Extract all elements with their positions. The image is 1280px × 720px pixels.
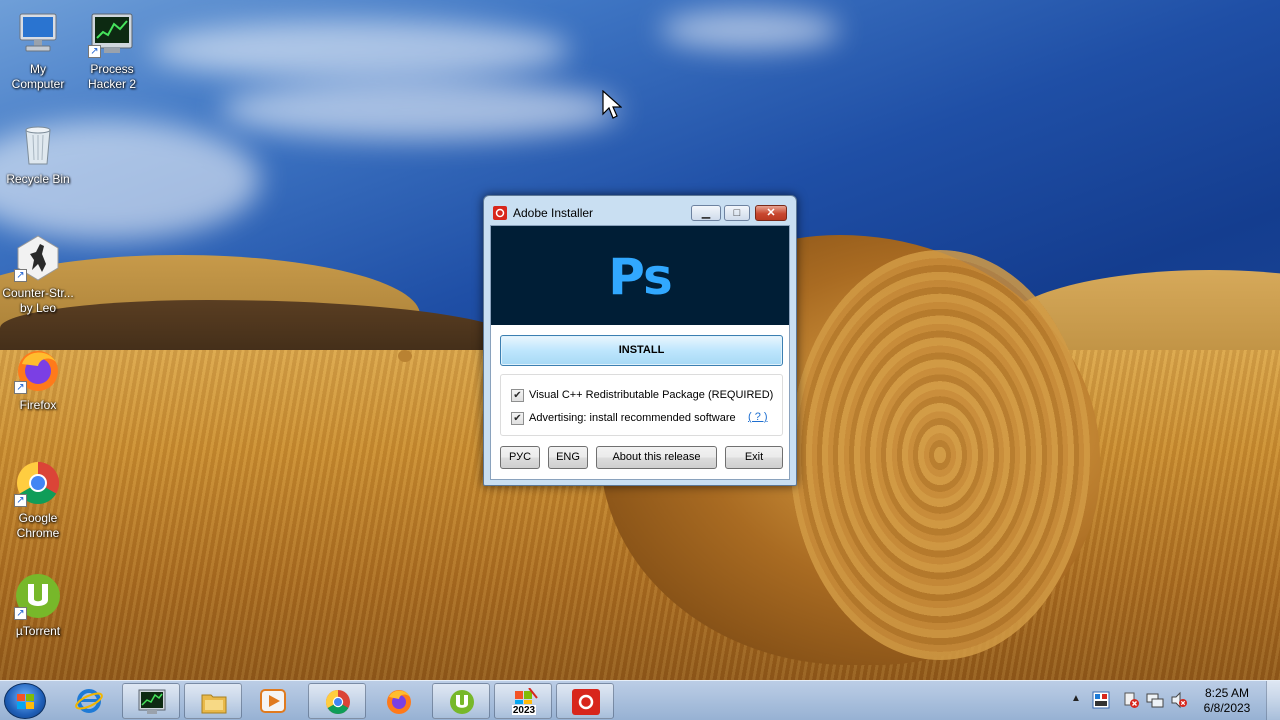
minimize-icon: ▁ — [701, 207, 711, 219]
calendar-tray-icon[interactable] — [1092, 691, 1110, 709]
utorrent-icon: ↗ — [14, 572, 62, 620]
clock-time: 8:25 AM — [1204, 686, 1250, 700]
about-release-button[interactable]: About this release — [596, 446, 717, 469]
taskbar-process-hacker[interactable] — [122, 683, 180, 719]
counter-strike-icon: ↗ — [14, 234, 62, 282]
computer-icon — [14, 10, 62, 58]
photoshop-banner: Ps — [491, 226, 789, 325]
installer-year-badge: 2023 — [512, 705, 536, 716]
taskbar-firefox[interactable] — [370, 683, 428, 719]
adobe-app-icon — [493, 206, 507, 220]
firefox-icon: ↗ — [14, 346, 62, 394]
vcredist-checkbox[interactable]: ✔ — [511, 388, 524, 402]
clock-date: 6/8/2023 — [1203, 701, 1251, 715]
action-center-warning-icon[interactable] — [1122, 691, 1140, 709]
option-advertising[interactable]: ✔ Advertising: install recommended softw… — [511, 410, 736, 426]
shortcut-arrow-icon: ↗ — [14, 494, 27, 507]
desktop-icon-label: Process — [90, 62, 134, 76]
taskbar-installer-2023[interactable]: 2023 — [494, 683, 552, 719]
wallpaper-cloud — [150, 20, 570, 80]
taskbar-chrome[interactable] — [308, 683, 366, 719]
show-desktop-button[interactable] — [1266, 681, 1280, 720]
desktop-icon-label: Google — [18, 511, 58, 525]
shortcut-arrow-icon: ↗ — [14, 607, 27, 620]
desktop-icon-label: Computer — [11, 77, 65, 91]
photoshop-logo: Ps — [608, 248, 673, 306]
advertising-help-link[interactable]: ( ? ) — [748, 411, 768, 423]
mouse-cursor-icon — [602, 90, 622, 119]
shortcut-arrow-icon: ↗ — [88, 45, 101, 58]
adobe-creative-cloud-icon — [572, 689, 600, 715]
taskbar-utorrent[interactable] — [432, 683, 490, 719]
installer-client-area: Ps INSTALL ✔ Visual C++ Redistributable … — [490, 225, 790, 480]
taskbar-internet-explorer[interactable] — [60, 683, 118, 719]
process-hacker-icon: ↗ — [88, 10, 136, 58]
wallpaper-cloud — [660, 10, 840, 50]
taskbar-adobe-installer[interactable] — [556, 683, 614, 719]
desktop-icon-label: Chrome — [16, 526, 60, 540]
english-language-button[interactable]: ENG — [548, 446, 588, 469]
install-button[interactable]: INSTALL — [500, 335, 783, 366]
maximize-button[interactable]: □ — [724, 205, 750, 221]
show-hidden-icons-button[interactable]: ▲ — [1071, 693, 1081, 704]
desktop-icon-label: Recycle Bin — [6, 172, 70, 186]
window-title: Adobe Installer — [513, 206, 594, 220]
taskbar-file-explorer[interactable] — [184, 683, 242, 719]
wallpaper-distant-bale — [398, 350, 412, 362]
desktop-icon-label: Firefox — [19, 398, 57, 412]
vcredist-label: Visual C++ Redistributable Package (REQU… — [529, 389, 774, 401]
desktop-icon-label: µTorrent — [15, 624, 61, 638]
taskbar: 2023 ▲ 8:25 AM 6/8/2023 — [0, 680, 1280, 720]
chrome-icon: ↗ — [14, 459, 62, 507]
desktop-icon-process-hacker[interactable]: ↗ Process Hacker 2 — [74, 10, 150, 92]
advertising-label: Advertising: install recommended softwar… — [529, 412, 736, 424]
internet-explorer-icon — [75, 689, 103, 713]
file-explorer-icon — [201, 694, 227, 714]
utorrent-icon — [450, 690, 474, 714]
recycle-bin-icon — [14, 120, 62, 168]
desktop-icon-counter-strike[interactable]: ↗ Counter-Str... by Leo — [0, 234, 76, 316]
desktop-icon-label: Counter-Str... — [2, 286, 74, 300]
wallpaper-hay-bale-face — [790, 250, 1090, 660]
wallpaper-cloud — [220, 80, 620, 140]
desktop-icon-label: Hacker 2 — [87, 77, 137, 91]
volume-muted-icon[interactable] — [1170, 691, 1188, 709]
desktop-icon-my-computer[interactable]: My Computer — [0, 10, 76, 92]
media-player-icon — [260, 689, 286, 713]
exit-button[interactable]: Exit — [725, 446, 783, 469]
system-clock[interactable]: 8:25 AM 6/8/2023 — [1196, 686, 1258, 716]
maximize-icon: □ — [733, 207, 741, 219]
option-vcredist[interactable]: ✔ Visual C++ Redistributable Package (RE… — [511, 387, 773, 403]
close-icon: ✕ — [766, 207, 776, 219]
taskbar-media-player[interactable] — [244, 683, 302, 719]
advertising-checkbox[interactable]: ✔ — [511, 411, 524, 425]
desktop-icon-firefox[interactable]: ↗ Firefox — [0, 346, 76, 413]
shortcut-arrow-icon: ↗ — [14, 381, 27, 394]
desktop-icon-google-chrome[interactable]: ↗ Google Chrome — [0, 459, 76, 541]
start-button[interactable] — [4, 683, 46, 719]
desktop-icon-label: by Leo — [19, 301, 57, 315]
firefox-icon — [387, 690, 411, 714]
close-button[interactable]: ✕ — [755, 205, 787, 221]
russian-language-button[interactable]: РУС — [500, 446, 540, 469]
install-options-group: ✔ Visual C++ Redistributable Package (RE… — [500, 374, 783, 436]
desktop-icon-label: My — [30, 62, 46, 76]
network-icon[interactable] — [1146, 691, 1164, 709]
chrome-icon — [325, 690, 350, 715]
minimize-button[interactable]: ▁ — [691, 205, 721, 221]
desktop-icon-recycle-bin[interactable]: Recycle Bin — [0, 120, 76, 187]
window-titlebar[interactable]: Adobe Installer ▁ □ ✕ — [484, 196, 796, 225]
process-hacker-icon — [138, 689, 166, 714]
desktop-icon-utorrent[interactable]: ↗ µTorrent — [0, 572, 76, 639]
windows-logo-icon — [17, 694, 35, 710]
shortcut-arrow-icon: ↗ — [14, 269, 27, 282]
adobe-installer-window[interactable]: Adobe Installer ▁ □ ✕ Ps INSTALL ✔ Visua… — [483, 195, 797, 486]
